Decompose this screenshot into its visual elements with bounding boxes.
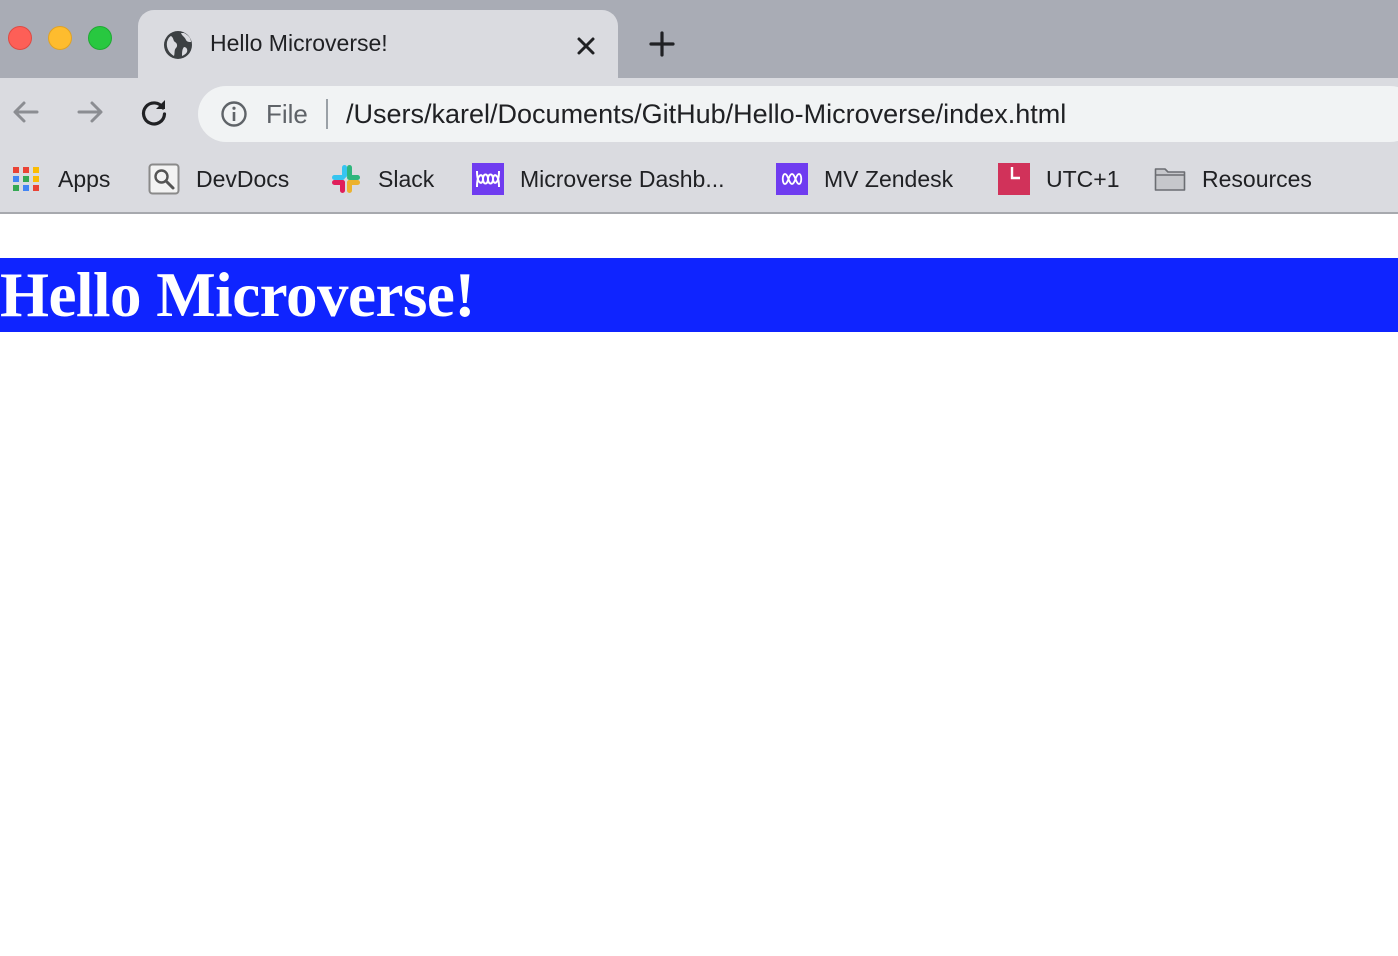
tab-strip: Hello Microverse! <box>0 0 1398 78</box>
bookmark-apps[interactable]: Apps <box>10 162 110 196</box>
microverse-icon <box>472 163 504 195</box>
folder-icon <box>1154 168 1186 191</box>
browser-toolbar: File /Users/karel/Documents/GitHub/Hello… <box>0 78 1398 146</box>
bookmark-label: Microverse Dashb... <box>520 165 725 192</box>
info-icon[interactable] <box>220 100 248 128</box>
page-viewport: Hello Microverse! <box>0 216 1398 956</box>
new-tab-icon[interactable] <box>646 28 678 60</box>
bookmark-microverse-dashboard[interactable]: Microverse Dashb... <box>472 162 725 196</box>
browser-tab[interactable]: Hello Microverse! <box>138 10 618 78</box>
bookmark-label: DevDocs <box>196 165 290 192</box>
scheme-divider <box>326 99 328 129</box>
address-bar[interactable]: File /Users/karel/Documents/GitHub/Hello… <box>198 86 1398 142</box>
slack-icon <box>332 165 360 193</box>
devdocs-icon <box>148 163 180 195</box>
globe-icon <box>164 31 192 59</box>
bookmark-label: Slack <box>378 165 435 192</box>
bookmark-devdocs[interactable]: DevDocs <box>148 162 289 196</box>
window-minimize-button[interactable] <box>48 26 72 50</box>
url-scheme-label: File <box>266 99 308 129</box>
reload-icon[interactable] <box>138 96 170 128</box>
forward-arrow-icon[interactable] <box>74 96 106 128</box>
page-heading: Hello Microverse! <box>0 260 475 330</box>
bookmark-utc-plus-1[interactable]: UTC+1 <box>998 162 1120 196</box>
url-text[interactable]: /Users/karel/Documents/GitHub/Hello-Micr… <box>346 99 1066 130</box>
bookmark-label: Resources <box>1202 165 1312 192</box>
clock-l-icon <box>998 163 1030 195</box>
bookmark-mv-zendesk[interactable]: MV Zendesk <box>776 162 953 196</box>
tab-title: Hello Microverse! <box>210 30 388 56</box>
bookmark-slack[interactable]: Slack <box>330 162 434 196</box>
close-tab-icon[interactable] <box>572 32 600 60</box>
microverse-icon <box>776 163 808 195</box>
apps-grid-icon <box>13 167 39 191</box>
back-arrow-icon[interactable] <box>10 96 42 128</box>
bookmark-label: Apps <box>58 165 111 192</box>
bookmark-label: UTC+1 <box>1046 165 1120 192</box>
bookmarks-bar: Apps DevDocs Slack Microverse Dashb... M… <box>0 146 1398 214</box>
bookmark-label: MV Zendesk <box>824 165 954 192</box>
window-close-button[interactable] <box>8 26 32 50</box>
window-zoom-button[interactable] <box>88 26 112 50</box>
bookmark-folder-resources[interactable]: Resources <box>1154 162 1312 196</box>
heading-banner: Hello Microverse! <box>0 258 1398 332</box>
